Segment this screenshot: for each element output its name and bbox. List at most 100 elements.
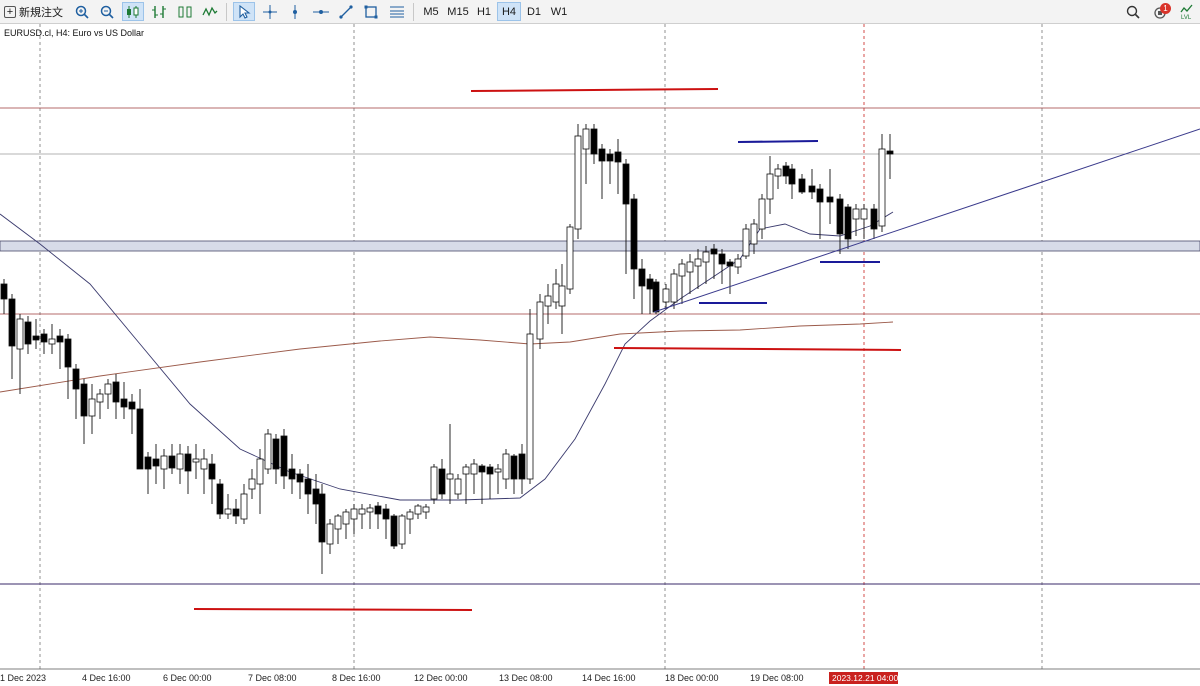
bearish-candle	[374, 505, 382, 515]
chart-background	[0, 24, 1200, 686]
zoom-out-icon	[100, 5, 114, 19]
bearish-candle	[232, 508, 240, 517]
toolbar: + 新規注文 M5 M15 H1 H4 D1 W1 1 LVL	[0, 0, 1200, 24]
bearish-candle	[836, 198, 844, 235]
trendline-button[interactable]	[336, 2, 356, 21]
new-order-button[interactable]: + 新規注文	[4, 2, 70, 21]
bearish-candle	[510, 455, 518, 480]
bullish-candle	[326, 523, 334, 545]
red-marker-line	[193, 608, 473, 611]
level-icon: LVL	[1180, 4, 1193, 20]
new-order-label: 新規注文	[19, 6, 63, 19]
candlestick-button[interactable]	[122, 2, 144, 21]
bearish-candle	[318, 493, 326, 543]
bullish-candle	[734, 258, 742, 268]
bearish-candle	[312, 488, 320, 505]
time-axis-label: 14 Dec 16:00	[582, 673, 636, 683]
bearish-candle	[280, 435, 288, 477]
bullish-candle	[422, 506, 430, 513]
bearish-candle	[652, 281, 660, 313]
horizontal-line-button[interactable]	[310, 2, 332, 21]
bullish-candle	[544, 295, 552, 307]
bullish-candle	[176, 453, 184, 470]
bullish-candle	[494, 468, 502, 473]
crosshair-button[interactable]	[260, 2, 280, 21]
bearish-candle	[184, 453, 192, 472]
bearish-candle	[216, 483, 224, 515]
bullish-candle	[670, 273, 678, 303]
line-chart-icon	[178, 6, 192, 17]
bearish-candle	[808, 185, 816, 193]
bullish-candle	[104, 383, 112, 395]
indicator-icon	[202, 6, 218, 17]
bearish-candle	[120, 398, 128, 408]
rectangle-button[interactable]	[361, 2, 381, 21]
bullish-candle	[502, 453, 510, 480]
bullish-candle	[470, 463, 478, 475]
line-chart-button[interactable]	[174, 2, 196, 21]
level-button[interactable]: LVL	[1178, 2, 1196, 21]
zoom-in-icon	[75, 5, 89, 19]
bearish-candle	[638, 268, 646, 287]
bullish-candle	[758, 198, 766, 230]
bearish-candle	[646, 278, 654, 290]
bullish-candle	[662, 288, 670, 303]
bullish-candle	[536, 301, 544, 340]
cursor-icon	[239, 4, 251, 19]
bullish-candle	[398, 515, 406, 545]
bearish-candle	[590, 128, 598, 155]
zoom-in-button[interactable]	[73, 2, 91, 21]
bullish-candle	[200, 458, 208, 470]
bearish-candle	[438, 468, 446, 495]
price-chart[interactable]: 1 Dec 2023 4 Dec 16:00 6 Dec 00:00 7 Dec 08…	[0, 24, 1200, 686]
bearish-candle	[870, 208, 878, 230]
timeframe-h1[interactable]: H1	[473, 2, 495, 21]
search-button[interactable]	[1124, 2, 1142, 21]
time-axis-label: 12 Dec 00:00	[414, 673, 468, 683]
zoom-out-button[interactable]	[98, 2, 116, 21]
timeframe-w1[interactable]: W1	[547, 2, 571, 21]
timeframe-label: H4	[501, 5, 517, 18]
timeframe-m5[interactable]: M5	[419, 2, 443, 21]
trendline-icon	[339, 4, 353, 19]
bearish-candle	[24, 321, 32, 345]
blue-marker-line	[737, 140, 819, 143]
notification-badge: 1	[1160, 3, 1171, 14]
cursor-button[interactable]	[233, 2, 255, 21]
vertical-line-button[interactable]	[285, 2, 305, 21]
bearish-candle	[718, 253, 726, 265]
timeframe-d1[interactable]: D1	[523, 2, 545, 21]
support-zone	[0, 240, 1200, 252]
bearish-candle	[112, 381, 120, 403]
timeframe-m15[interactable]: M15	[445, 2, 471, 21]
bearish-candle	[710, 248, 718, 255]
time-axis-label: 4 Dec 16:00	[82, 673, 131, 683]
indicator-button[interactable]	[200, 2, 220, 21]
bearish-candle	[598, 148, 606, 162]
bullish-candle	[552, 283, 560, 303]
toolbar-separator	[226, 3, 227, 21]
bearish-candle	[32, 335, 40, 341]
bullish-candle	[582, 128, 590, 150]
bullish-candle	[566, 226, 574, 290]
svg-text:LVL: LVL	[1181, 15, 1192, 20]
bearish-candle	[8, 298, 16, 347]
bullish-candle	[526, 333, 534, 480]
fibonacci-button[interactable]	[386, 2, 408, 21]
bullish-candle	[766, 173, 774, 200]
bullish-candle	[678, 263, 686, 277]
timeframe-h4[interactable]: H4	[497, 2, 521, 21]
time-axis-label: 19 Dec 08:00	[750, 673, 804, 683]
bearish-candle	[72, 368, 80, 390]
search-icon	[1126, 5, 1140, 19]
bullish-candle	[224, 508, 232, 515]
bearish-candle	[56, 335, 64, 343]
bearish-candle	[144, 456, 152, 470]
bullish-candle	[342, 511, 350, 525]
bullish-candle	[860, 208, 868, 220]
bearish-candle	[622, 163, 630, 205]
bullish-candle	[350, 508, 358, 520]
candlestick-icon	[127, 5, 139, 18]
horizontal-line-icon	[313, 9, 329, 14]
bar-chart-button[interactable]	[148, 2, 170, 21]
